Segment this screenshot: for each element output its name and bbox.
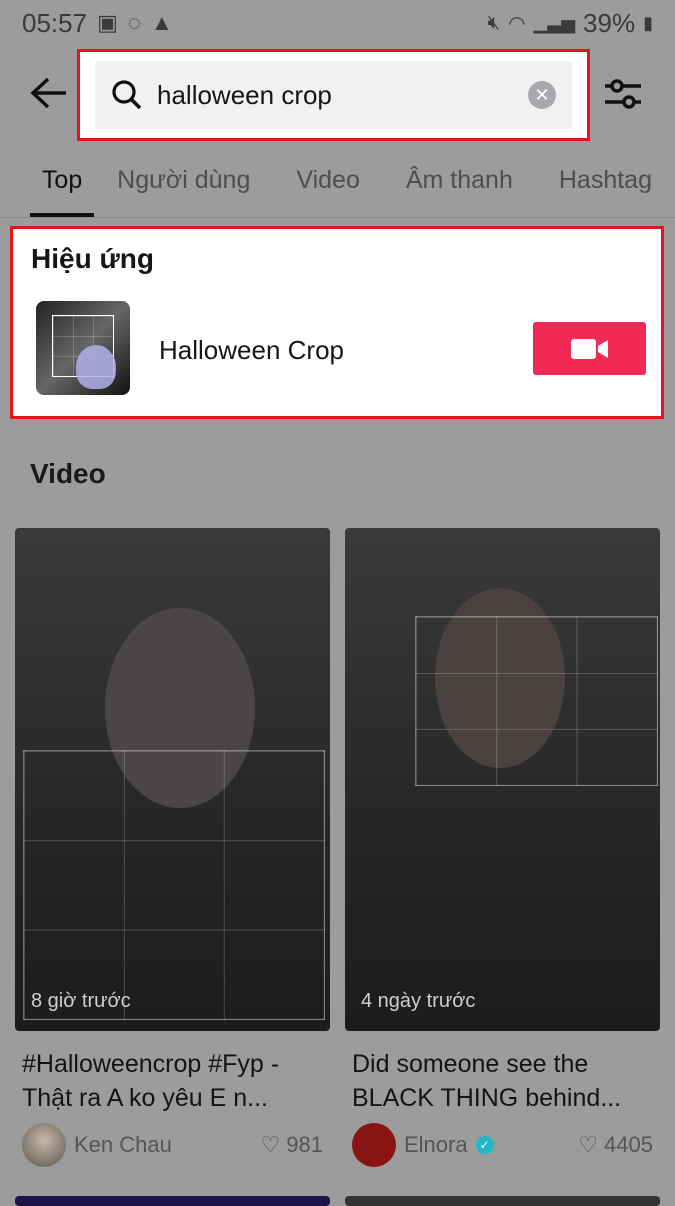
search-highlight: halloween crop ✕ bbox=[77, 49, 590, 141]
videos-heading: Video bbox=[30, 458, 106, 489]
tab-top[interactable]: Top bbox=[30, 160, 95, 217]
tab-hashtag[interactable]: Hashtag bbox=[536, 160, 675, 217]
effect-thumbnail[interactable] bbox=[36, 301, 130, 395]
heart-icon: ♡ bbox=[578, 1132, 599, 1157]
like-count: 4405 bbox=[604, 1132, 653, 1157]
video-card-partial[interactable] bbox=[15, 1196, 330, 1206]
video-title[interactable]: Did someone see the BLACK THING behind..… bbox=[345, 1047, 660, 1115]
record-effect-button[interactable] bbox=[533, 322, 646, 375]
status-bar: 05:57 ▣ ◌ ▲ 🔇︎ ◠ ▁▃▅ 39% ▮ bbox=[0, 0, 675, 46]
video-time: 8 giờ trước bbox=[31, 990, 131, 1012]
battery-icon: ▮ bbox=[643, 12, 653, 33]
video-time: 4 ngày trước bbox=[361, 990, 476, 1012]
tab-video[interactable]: Video bbox=[273, 160, 383, 217]
messenger-icon: ◌ bbox=[127, 10, 141, 35]
gallery-icon: ▣ bbox=[97, 10, 118, 35]
search-icon bbox=[112, 80, 142, 110]
video-thumbnail[interactable]: 4 ngày trước bbox=[345, 528, 660, 1031]
effects-section: Hiệu ứng Halloween Crop bbox=[10, 226, 664, 419]
warning-icon: ▲ bbox=[150, 10, 173, 35]
search-input[interactable]: halloween crop ✕ bbox=[95, 61, 572, 129]
search-tabs: Top Người dùng Video Âm thanh Hashtag bbox=[0, 160, 675, 218]
effects-heading: Hiệu ứng bbox=[31, 243, 154, 274]
search-query[interactable]: halloween crop bbox=[157, 80, 528, 111]
author-name[interactable]: Ken Chau bbox=[74, 1132, 172, 1158]
wifi-icon: ◠ bbox=[508, 12, 526, 35]
video-title[interactable]: #Halloweencrop #Fyp - Thật ra A ko yêu E… bbox=[15, 1047, 330, 1115]
video-card[interactable]: 8 giờ trước #Halloweencrop #Fyp - Thật r… bbox=[15, 528, 330, 1167]
avatar[interactable] bbox=[22, 1123, 66, 1167]
tab-sounds[interactable]: Âm thanh bbox=[383, 160, 536, 217]
like-count: 981 bbox=[286, 1132, 323, 1157]
tab-users[interactable]: Người dùng bbox=[94, 160, 273, 217]
verified-icon: ✓ bbox=[475, 1136, 494, 1154]
video-card[interactable]: 4 ngày trước Did someone see the BLACK T… bbox=[345, 528, 660, 1167]
filter-icon[interactable] bbox=[603, 76, 643, 117]
effect-name[interactable]: Halloween Crop bbox=[159, 335, 344, 366]
video-camera-icon bbox=[570, 338, 608, 359]
video-thumbnail[interactable]: 8 giờ trước bbox=[15, 528, 330, 1031]
clear-icon[interactable]: ✕ bbox=[528, 81, 556, 109]
video-card-partial[interactable] bbox=[345, 1196, 660, 1206]
heart-icon: ♡ bbox=[260, 1132, 281, 1157]
avatar[interactable] bbox=[352, 1123, 396, 1167]
author-name[interactable]: Elnora bbox=[404, 1132, 468, 1158]
back-arrow-icon[interactable] bbox=[30, 74, 68, 119]
battery-level: 39% bbox=[583, 7, 636, 38]
clock: 05:57 bbox=[22, 7, 88, 38]
mute-icon: 🔇︎ bbox=[487, 11, 501, 34]
signal-icon: ▁▃▅ bbox=[533, 12, 576, 33]
